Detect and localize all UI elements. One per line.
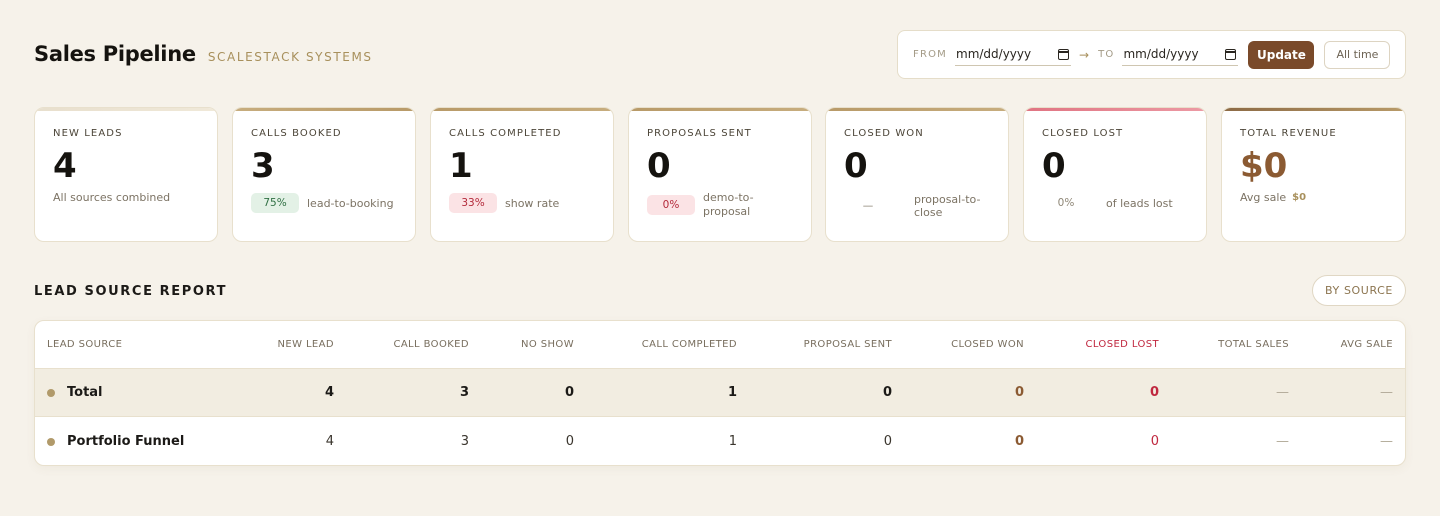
table-cell: 4 bbox=[324, 385, 334, 400]
kpi-closed-lost: CLOSED LOST 0 0% of leads lost bbox=[1023, 107, 1207, 242]
kpi-sub: Avg sale $0 bbox=[1240, 191, 1387, 204]
kpi-proposals-sent: PROPOSALS SENT 0 0% demo-to-proposal bbox=[628, 107, 812, 242]
kpi-sub-text: Avg sale bbox=[1240, 191, 1287, 205]
kpi-label: CLOSED LOST bbox=[1042, 128, 1124, 139]
kpi-sub: 75% lead-to-booking bbox=[251, 193, 397, 214]
from-label: FROM bbox=[913, 49, 947, 60]
kpi-value: 0 bbox=[844, 146, 868, 186]
table-cell: 4 bbox=[325, 434, 334, 449]
source-dot-icon bbox=[47, 437, 55, 446]
kpi-label: CLOSED WON bbox=[844, 128, 924, 139]
conversion-badge: — bbox=[862, 200, 874, 213]
column-header[interactable]: LEAD SOURCE bbox=[47, 321, 122, 368]
kpi-label: CALLS BOOKED bbox=[251, 128, 342, 139]
table-cell: — bbox=[1380, 385, 1393, 400]
table-cell: 0 bbox=[1150, 434, 1159, 449]
column-header[interactable]: PROPOSAL SENT bbox=[804, 321, 892, 368]
kpi-label: NEW LEADS bbox=[53, 128, 123, 139]
table-header: LEAD SOURCE NEW LEAD CALL BOOKED NO SHOW… bbox=[35, 321, 1405, 368]
from-date-input[interactable]: mm/dd/yyyy bbox=[955, 44, 1071, 66]
table-cell: 1 bbox=[728, 434, 737, 449]
avg-sale-value: $0 bbox=[1292, 192, 1307, 204]
table-row[interactable]: Portfolio Funnel 4 3 0 1 0 0 0 — — bbox=[35, 417, 1405, 465]
source-cell: Total bbox=[47, 369, 103, 416]
kpi-value: 0 bbox=[1042, 146, 1066, 186]
kpi-sub-text: show rate bbox=[505, 196, 560, 210]
group-by-source-button[interactable]: BY SOURCE bbox=[1312, 275, 1406, 306]
column-header[interactable]: NO SHOW bbox=[521, 321, 574, 368]
column-header[interactable]: CALL COMPLETED bbox=[642, 321, 737, 368]
source-cell: Portfolio Funnel bbox=[47, 417, 185, 465]
kpi-sub: 33% show rate bbox=[449, 193, 595, 214]
kpi-sub: 0% of leads lost bbox=[1042, 193, 1188, 213]
table-cell: 0 bbox=[1014, 385, 1024, 400]
date-range-filter: FROM mm/dd/yyyy → TO mm/dd/yyyy Update A… bbox=[897, 30, 1406, 79]
table-cell: — bbox=[1276, 385, 1289, 400]
kpi-sub-text: of leads lost bbox=[1106, 196, 1173, 210]
column-header[interactable]: CLOSED WON bbox=[951, 321, 1024, 368]
table-cell: — bbox=[1276, 434, 1289, 449]
kpi-value: 1 bbox=[449, 146, 473, 186]
to-date-input[interactable]: mm/dd/yyyy bbox=[1122, 44, 1239, 66]
kpi-value: $0 bbox=[1240, 146, 1288, 186]
to-label: TO bbox=[1098, 49, 1115, 60]
table-cell: 0 bbox=[1014, 434, 1024, 449]
kpi-sub-text: proposal-to-close bbox=[914, 193, 981, 220]
page-title: Sales Pipeline bbox=[34, 42, 196, 66]
kpi-closed-won: CLOSED WON 0 — proposal-to-close bbox=[825, 107, 1009, 242]
source-name: Portfolio Funnel bbox=[67, 434, 185, 449]
to-date-value: mm/dd/yyyy bbox=[1123, 47, 1199, 61]
source-dot-icon bbox=[47, 388, 55, 397]
column-header[interactable]: CALL BOOKED bbox=[393, 321, 469, 368]
kpi-value: 3 bbox=[251, 146, 275, 186]
kpi-label: PROPOSALS SENT bbox=[647, 128, 752, 139]
conversion-badge: 75% bbox=[251, 193, 299, 214]
kpi-new-leads: NEW LEADS 4 All sources combined bbox=[34, 107, 218, 242]
calendar-icon[interactable] bbox=[1225, 48, 1237, 60]
kpi-label: CALLS COMPLETED bbox=[449, 128, 562, 139]
table-cell: 0 bbox=[883, 434, 892, 449]
kpi-calls-booked: CALLS BOOKED 3 75% lead-to-booking bbox=[232, 107, 416, 242]
table-cell: — bbox=[1380, 434, 1393, 449]
table-cell: 0 bbox=[882, 385, 892, 400]
kpi-label: TOTAL REVENUE bbox=[1240, 128, 1337, 139]
update-button[interactable]: Update bbox=[1248, 40, 1315, 69]
table-cell: 1 bbox=[727, 385, 737, 400]
table-cell: 3 bbox=[460, 434, 469, 449]
column-header[interactable]: NEW LEAD bbox=[278, 321, 335, 368]
kpi-sub: All sources combined bbox=[53, 191, 199, 204]
kpi-total-revenue: TOTAL REVENUE $0 Avg sale $0 bbox=[1221, 107, 1406, 242]
kpi-sub: — proposal-to-close bbox=[844, 193, 990, 219]
kpi-calls-completed: CALLS COMPLETED 1 33% show rate bbox=[430, 107, 614, 242]
column-header[interactable]: CLOSED LOST bbox=[1085, 321, 1159, 368]
calendar-icon[interactable] bbox=[1058, 48, 1069, 60]
section-title: LEAD SOURCE REPORT bbox=[34, 284, 228, 299]
kpi-value: 4 bbox=[53, 146, 77, 186]
page-header: Sales Pipeline SCALESTACK SYSTEMS bbox=[34, 42, 373, 66]
conversion-badge: 0% bbox=[647, 194, 695, 215]
from-date-value: mm/dd/yyyy bbox=[956, 47, 1032, 61]
table-cell: 0 bbox=[1149, 385, 1159, 400]
column-header[interactable]: TOTAL SALES bbox=[1218, 321, 1289, 368]
conversion-badge: 0% bbox=[1057, 197, 1075, 210]
company-name: SCALESTACK SYSTEMS bbox=[207, 50, 373, 64]
table-row-total[interactable]: Total 4 3 0 1 0 0 0 — — bbox=[35, 368, 1405, 417]
source-name: Total bbox=[67, 385, 103, 400]
kpi-sub: 0% demo-to-proposal bbox=[647, 191, 793, 218]
table-cell: 3 bbox=[459, 385, 469, 400]
table-cell: 0 bbox=[565, 434, 574, 449]
arrow-right-icon: → bbox=[1079, 47, 1090, 62]
column-header[interactable]: AVG SALE bbox=[1341, 321, 1393, 368]
lead-source-table: LEAD SOURCE NEW LEAD CALL BOOKED NO SHOW… bbox=[34, 320, 1406, 466]
kpi-value: 0 bbox=[647, 146, 671, 186]
kpi-sub-text: demo-to-proposal bbox=[703, 191, 754, 218]
kpi-sub-text: lead-to-booking bbox=[307, 196, 394, 210]
kpi-sub-text: All sources combined bbox=[53, 191, 171, 205]
conversion-badge: 33% bbox=[449, 193, 497, 214]
table-cell: 0 bbox=[564, 385, 574, 400]
all-time-button[interactable]: All time bbox=[1324, 40, 1391, 69]
